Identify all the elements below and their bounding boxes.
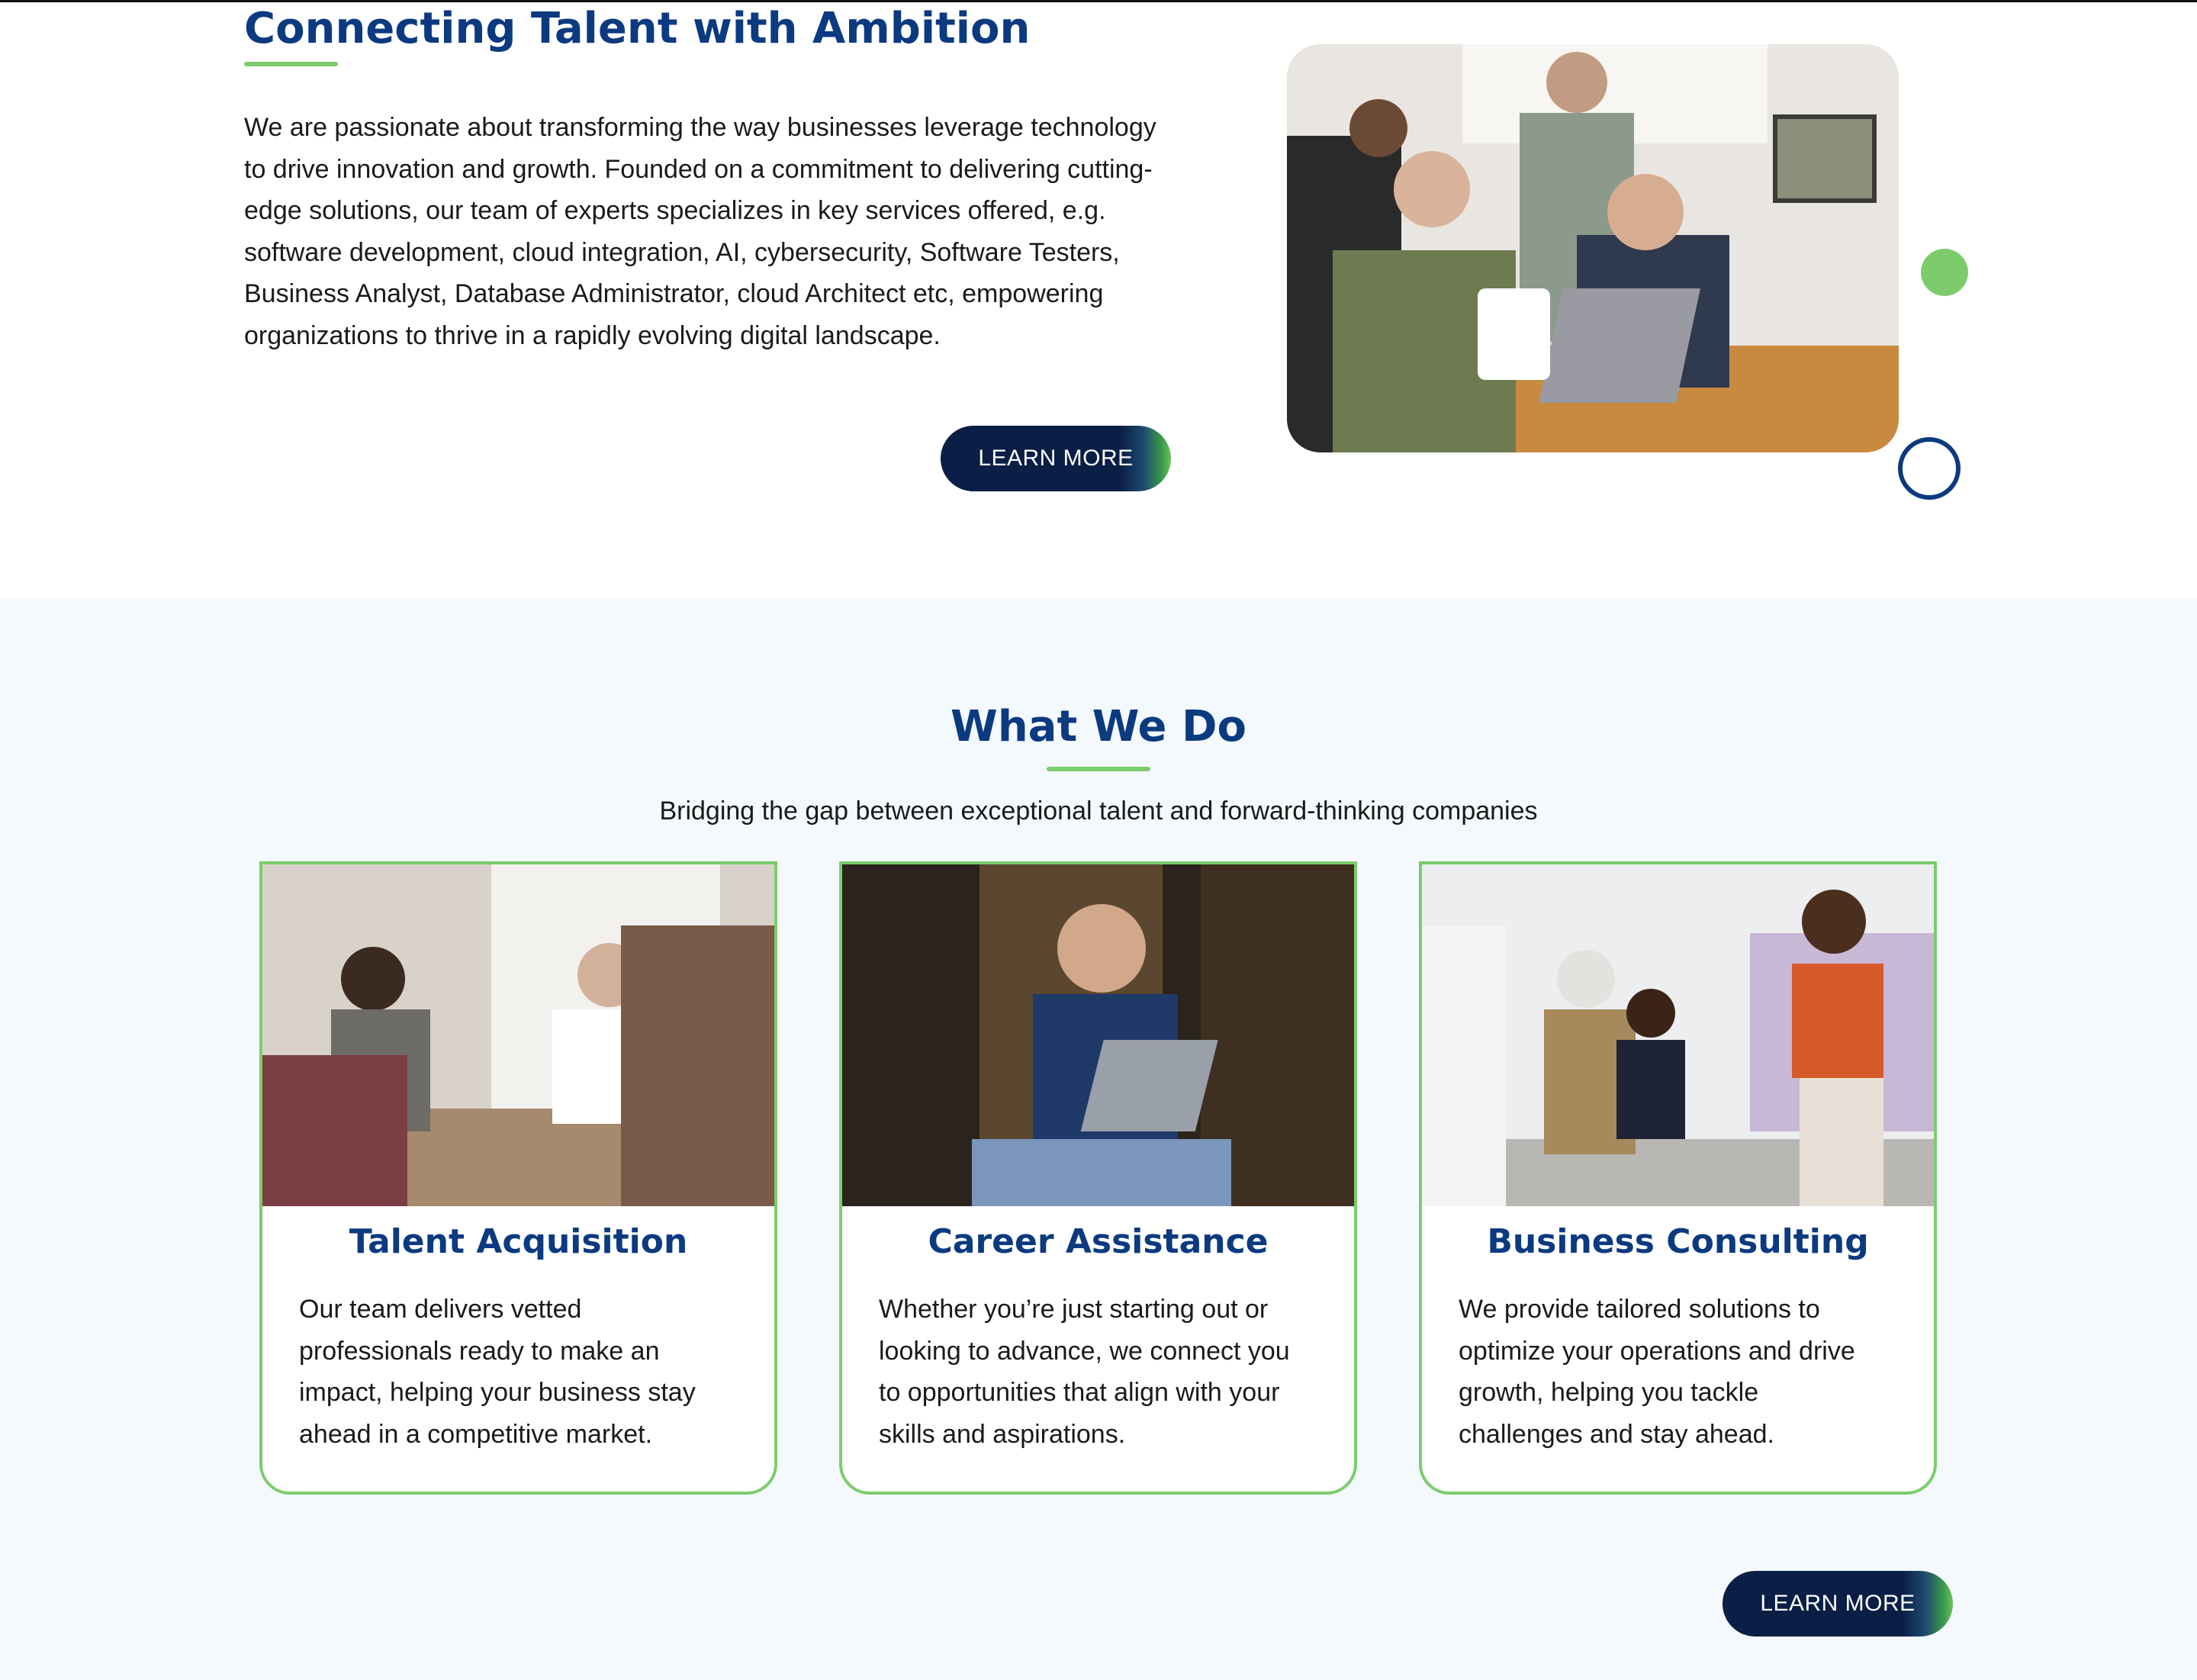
service-card-photo — [842, 864, 1354, 1206]
team-photo — [1287, 44, 1899, 452]
service-card-career-assistance[interactable]: Career Assistance Whether you’re just st… — [839, 861, 1357, 1495]
services-learn-more-button[interactable]: LEARN MORE — [1723, 1571, 1953, 1637]
service-card-description: Our team delivers vetted professionals r… — [299, 1295, 696, 1449]
about-learn-more-button[interactable]: LEARN MORE — [941, 426, 1171, 491]
service-card-description: Whether you’re just starting out or look… — [879, 1295, 1290, 1449]
services-subtitle: Bridging the gap between exceptional tal… — [659, 797, 1538, 826]
meeting-photo-illustration — [262, 864, 774, 1206]
services-title: What We Do — [951, 702, 1246, 751]
about-title-underline — [244, 62, 338, 66]
services-learn-more-label: LEARN MORE — [1760, 1591, 1916, 1616]
decorative-green-dot — [1921, 249, 1968, 296]
team-photo-illustration — [1287, 44, 1899, 452]
consulting-photo-illustration — [1422, 864, 1934, 1206]
services-title-underline — [1047, 767, 1150, 771]
service-card-photo — [1422, 864, 1934, 1206]
about-title: Connecting Talent with Ambition — [244, 4, 1031, 53]
decorative-navy-ring — [1898, 437, 1961, 500]
service-card-title: Business Consulting — [1487, 1222, 1869, 1261]
service-card-description: We provide tailored solutions to optimiz… — [1459, 1295, 1855, 1449]
service-card-photo — [262, 864, 774, 1206]
about-learn-more-label: LEARN MORE — [978, 446, 1134, 471]
service-card-business-consulting[interactable]: Business Consulting We provide tailored … — [1419, 861, 1937, 1495]
service-card-title: Talent Acquisition — [349, 1222, 688, 1261]
about-description: We are passionate about transforming the… — [244, 113, 1156, 350]
service-card-title: Career Assistance — [928, 1222, 1269, 1261]
service-card-talent-acquisition[interactable]: Talent Acquisition Our team delivers vet… — [259, 861, 777, 1495]
laptop-photo-illustration — [842, 864, 1354, 1206]
